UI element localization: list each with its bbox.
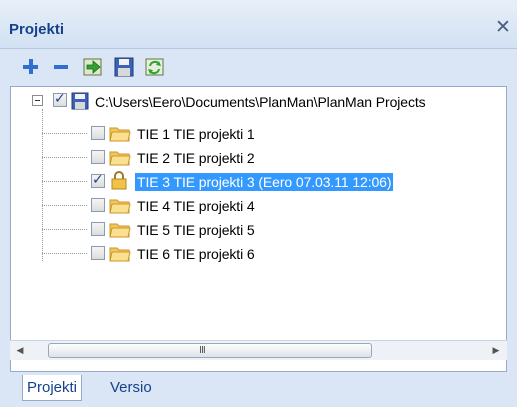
tree-item-tie-4[interactable]: TIE 4 TIE projekti 4 xyxy=(11,193,506,219)
tree-item-tie-3[interactable]: TIE 3 TIE projekti 3 (Eero 07.03.11 12:0… xyxy=(11,169,506,195)
item-label: TIE 3 TIE projekti 3 (Eero 07.03.11 12:0… xyxy=(135,173,394,191)
item-checkbox[interactable] xyxy=(91,222,105,236)
tab-projekti[interactable]: Projekti xyxy=(22,375,83,401)
scrollbar-grip: III xyxy=(199,345,206,356)
item-checkbox[interactable] xyxy=(91,150,105,164)
item-checkbox[interactable] xyxy=(91,246,105,260)
root-label: C:\Users\Eero\Documents\PlanMan\PlanMan … xyxy=(95,94,426,110)
scroll-left-icon[interactable]: ◀ xyxy=(12,343,28,359)
folder-icon xyxy=(109,124,131,147)
panel-title: Projekti xyxy=(9,21,65,38)
project-tree[interactable]: C:\Users\Eero\Documents\PlanMan\PlanMan … xyxy=(10,86,507,372)
folder-icon xyxy=(109,148,131,171)
item-label: TIE 1 TIE projekti 1 xyxy=(137,126,255,142)
item-checkbox[interactable] xyxy=(91,198,105,212)
close-icon[interactable]: ✕ xyxy=(492,16,514,38)
refresh-icon[interactable] xyxy=(144,56,166,78)
tree-item-tie-6[interactable]: TIE 6 TIE projekti 6 xyxy=(11,241,506,267)
tree-root-row[interactable]: C:\Users\Eero\Documents\PlanMan\PlanMan … xyxy=(11,89,506,115)
lock-icon xyxy=(110,171,128,195)
scroll-right-icon[interactable]: ▶ xyxy=(488,343,504,359)
plus-icon[interactable] xyxy=(20,56,42,78)
collapse-icon[interactable] xyxy=(32,95,43,106)
minus-icon[interactable] xyxy=(51,56,73,78)
floppy-disk-icon[interactable] xyxy=(113,56,135,78)
panel-tabs: Projekti Versio xyxy=(0,372,517,407)
tab-versio[interactable]: Versio xyxy=(106,375,156,401)
floppy-disk-icon xyxy=(71,92,89,115)
item-checkbox[interactable] xyxy=(91,126,105,140)
item-checkbox[interactable] xyxy=(91,172,105,188)
projekti-panel: Projekti ✕ ✓ C:\Users\Eero\Documents\Pla… xyxy=(0,0,517,407)
root-checkbox[interactable] xyxy=(53,91,67,107)
folder-icon xyxy=(109,244,131,267)
tree-item-tie-2[interactable]: TIE 2 TIE projekti 2 xyxy=(11,145,506,171)
horizontal-scrollbar[interactable]: ◀ III ▶ xyxy=(10,340,507,360)
green-arrow-icon[interactable] xyxy=(82,56,104,78)
folder-icon xyxy=(109,196,131,219)
panel-titlebar: Projekti ✕ xyxy=(0,0,517,49)
item-label: TIE 4 TIE projekti 4 xyxy=(137,198,255,214)
item-label: TIE 2 TIE projekti 2 xyxy=(137,150,255,166)
item-label: TIE 5 TIE projekti 5 xyxy=(137,222,255,238)
scrollbar-thumb[interactable]: III xyxy=(48,343,372,358)
tree-content: C:\Users\Eero\Documents\PlanMan\PlanMan … xyxy=(11,87,506,339)
folder-icon xyxy=(109,220,131,243)
toolbar xyxy=(10,50,517,84)
tree-item-tie-1[interactable]: TIE 1 TIE projekti 1 xyxy=(11,121,506,147)
item-label: TIE 6 TIE projekti 6 xyxy=(137,246,255,262)
tree-item-tie-5[interactable]: TIE 5 TIE projekti 5 xyxy=(11,217,506,243)
